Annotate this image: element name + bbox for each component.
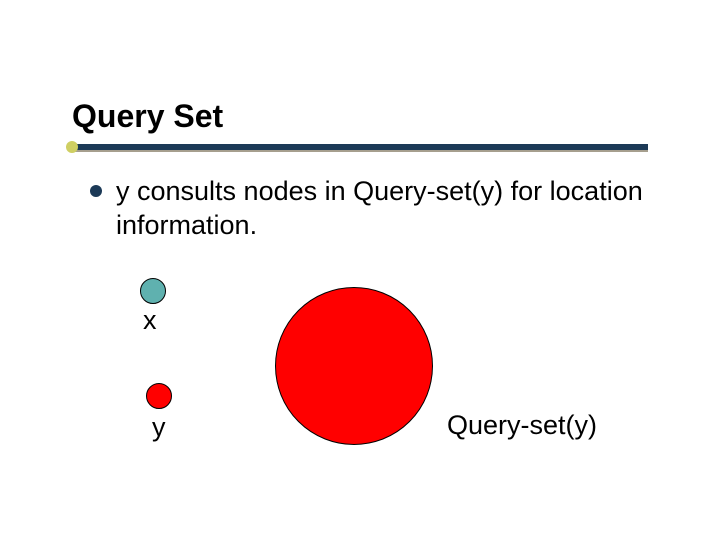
bullet-list: y consults nodes in Query-set(y) for loc… (90, 175, 650, 243)
node-y-label: y (152, 412, 166, 443)
node-x-label: x (143, 305, 157, 336)
node-x-icon (140, 278, 166, 304)
title-underline-shadow (72, 150, 648, 152)
bullet-dot-icon (90, 185, 102, 197)
node-y-icon (146, 383, 172, 409)
bullet-text: y consults nodes in Query-set(y) for loc… (116, 175, 650, 243)
slide-title: Query Set (72, 98, 223, 135)
query-set-label: Query-set(y) (447, 410, 597, 441)
bullet-item: y consults nodes in Query-set(y) for loc… (90, 175, 650, 243)
query-set-circle-icon (275, 287, 433, 445)
slide: Query Set y consults nodes in Query-set(… (0, 0, 720, 540)
title-accent-dot-icon (66, 141, 78, 153)
